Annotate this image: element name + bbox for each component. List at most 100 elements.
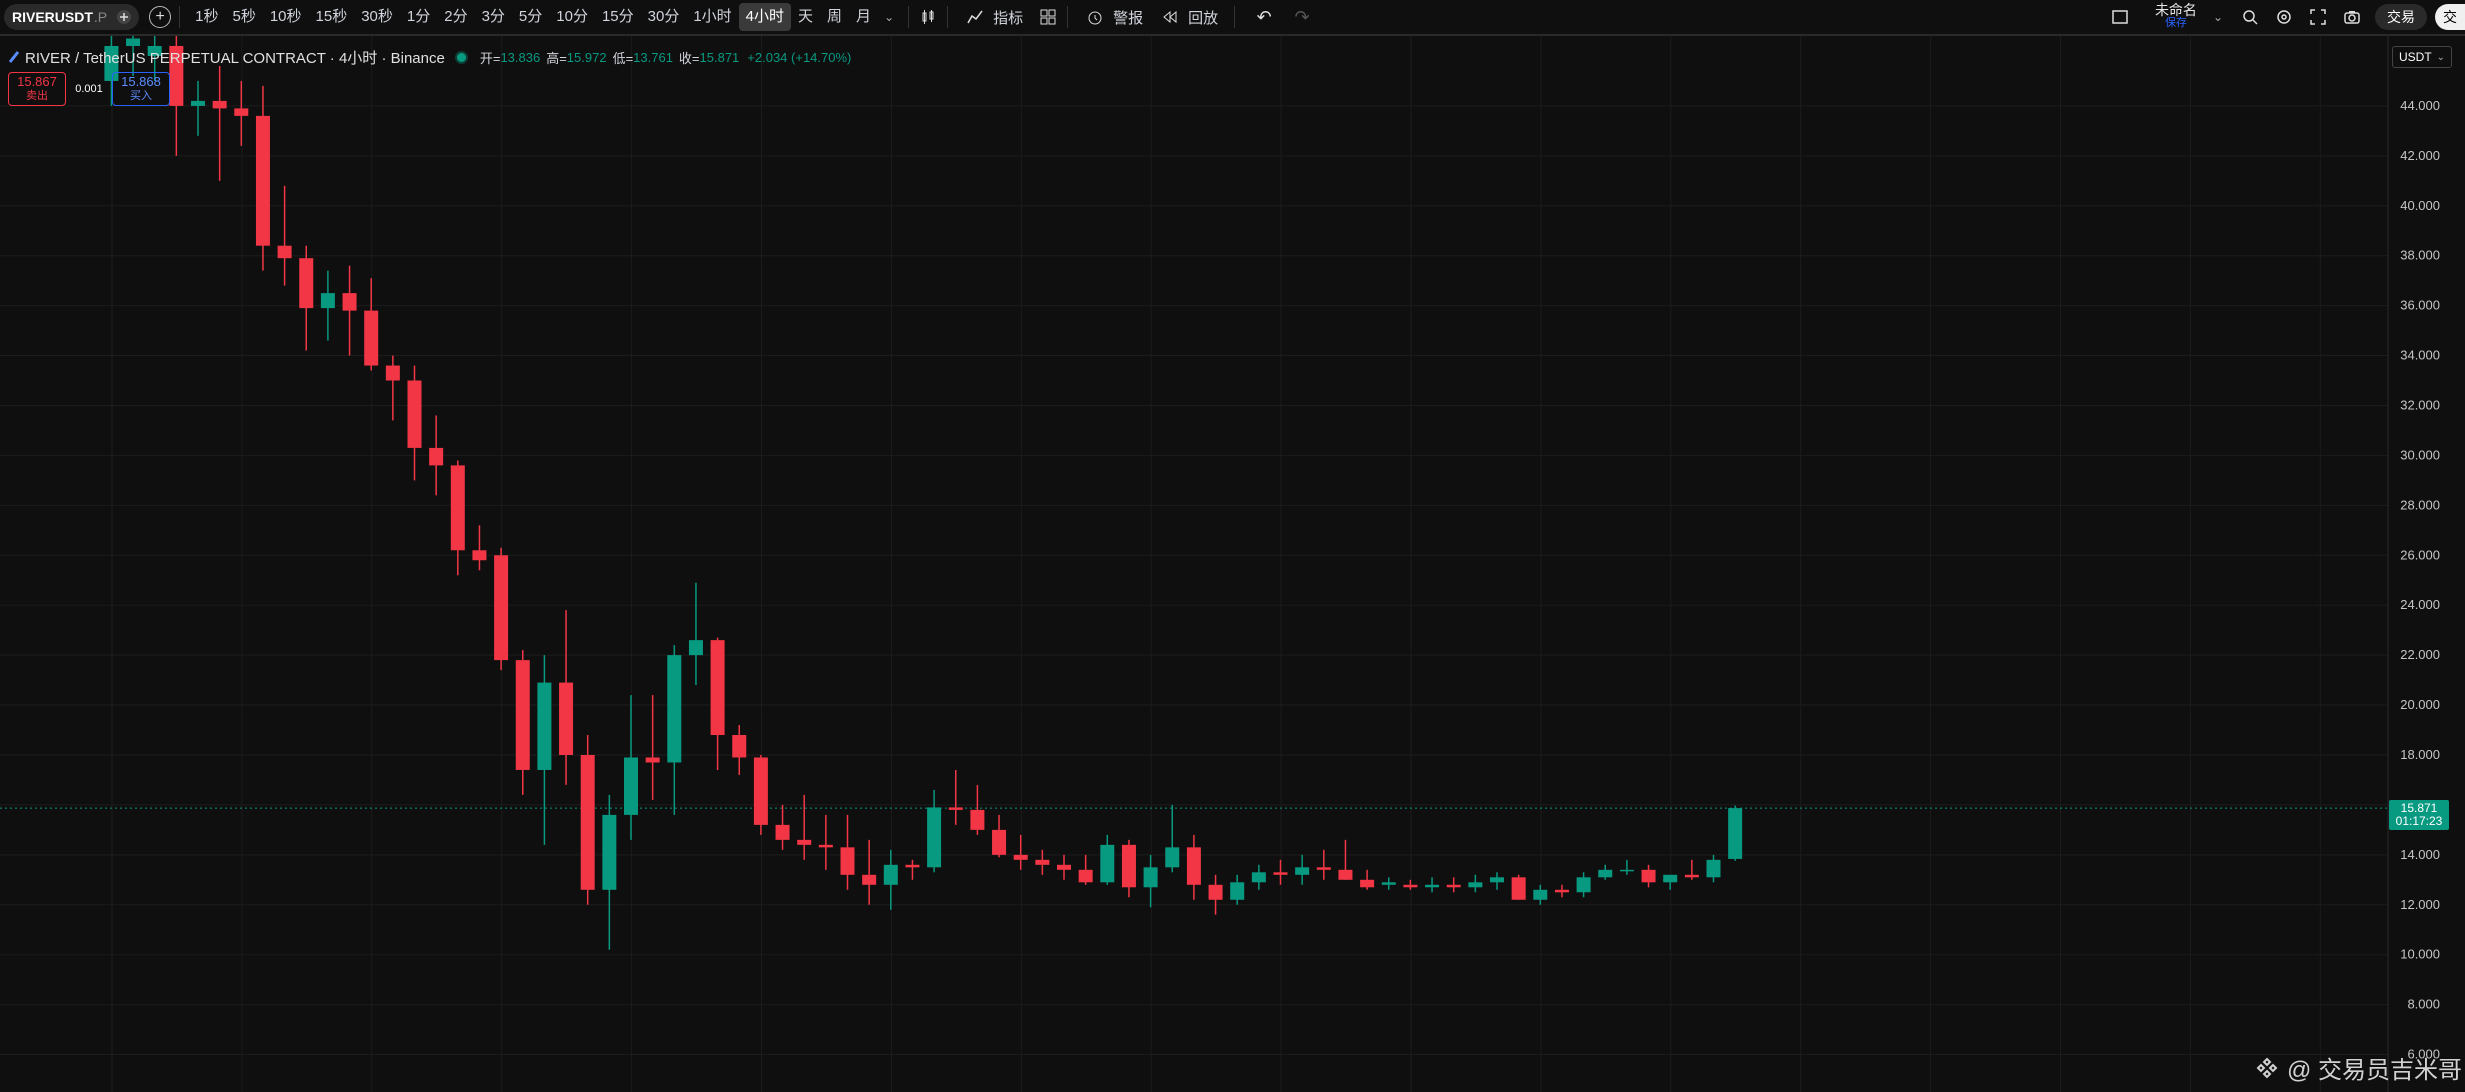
candle-body[interactable] bbox=[1446, 884, 1461, 888]
candle-body[interactable] bbox=[364, 310, 379, 366]
timeframe-button[interactable]: 2分 bbox=[437, 3, 474, 31]
layout-name-button[interactable]: 未命名 保存 bbox=[2155, 3, 2197, 30]
candle-body[interactable] bbox=[905, 864, 920, 868]
timeframe-button[interactable]: 30秒 bbox=[354, 3, 400, 31]
sell-button[interactable]: 15.867 卖出 bbox=[8, 72, 66, 106]
candle-body[interactable] bbox=[818, 844, 833, 848]
layout-menu-chevron-icon[interactable]: ⌄ bbox=[2213, 10, 2223, 24]
candle-body[interactable] bbox=[1316, 867, 1331, 870]
candle-body[interactable] bbox=[1295, 867, 1310, 875]
candle-body[interactable] bbox=[212, 100, 227, 109]
link-icon[interactable] bbox=[115, 8, 133, 26]
candle-body[interactable] bbox=[645, 757, 660, 763]
candle-body[interactable] bbox=[1533, 889, 1548, 900]
candle-body[interactable] bbox=[1121, 844, 1136, 888]
currency-select[interactable]: USDT ⌄ bbox=[2392, 46, 2452, 68]
candle-body[interactable] bbox=[1684, 874, 1699, 878]
timeframe-button[interactable]: 1分 bbox=[400, 3, 437, 31]
candle-body[interactable] bbox=[1706, 859, 1721, 878]
buy-button[interactable]: 15.868 买入 bbox=[112, 72, 170, 106]
candle-body[interactable] bbox=[948, 807, 963, 810]
candle-body[interactable] bbox=[710, 640, 725, 736]
candle-body[interactable] bbox=[602, 814, 617, 890]
candle-body[interactable] bbox=[299, 258, 314, 309]
candle-body[interactable] bbox=[407, 380, 422, 448]
price-axis[interactable]: 6.0008.00010.00012.00014.00016.00018.000… bbox=[2387, 36, 2465, 1092]
timeframe-button[interactable]: 5秒 bbox=[225, 3, 262, 31]
candle-body[interactable] bbox=[515, 660, 530, 770]
candle-body[interactable] bbox=[1619, 869, 1634, 872]
candle-body[interactable] bbox=[862, 874, 877, 885]
undo-icon[interactable]: ↶ bbox=[1253, 6, 1275, 28]
candle-type-icon[interactable] bbox=[917, 6, 939, 28]
candle-body[interactable] bbox=[1728, 808, 1743, 859]
replay-button[interactable]: 回放 bbox=[1151, 3, 1226, 31]
timeframe-button[interactable]: 10秒 bbox=[263, 3, 309, 31]
candle-body[interactable] bbox=[1554, 889, 1569, 893]
indicators-button[interactable]: 指标 bbox=[956, 3, 1031, 31]
candle-body[interactable] bbox=[1425, 884, 1440, 888]
candle-body[interactable] bbox=[1100, 844, 1115, 883]
candle-body[interactable] bbox=[255, 115, 270, 246]
candle-body[interactable] bbox=[775, 824, 790, 840]
candle-body[interactable] bbox=[1598, 869, 1613, 878]
candle-body[interactable] bbox=[277, 245, 292, 259]
candle-body[interactable] bbox=[1403, 884, 1418, 888]
candlestick-chart[interactable]: 6.0008.00010.00012.00014.00016.00018.000… bbox=[0, 36, 2465, 1092]
layout-square-icon[interactable] bbox=[2109, 6, 2131, 28]
avatar[interactable]: 交 bbox=[2435, 4, 2465, 30]
candle-body[interactable] bbox=[234, 108, 249, 116]
candle-body[interactable] bbox=[1186, 847, 1201, 885]
settings-gear-icon[interactable] bbox=[2273, 6, 2295, 28]
timeframe-button[interactable]: 月 bbox=[849, 3, 878, 31]
candle-body[interactable] bbox=[1338, 869, 1353, 880]
timeframe-button[interactable]: 3分 bbox=[475, 3, 512, 31]
candle-body[interactable] bbox=[1576, 877, 1591, 893]
candle-body[interactable] bbox=[191, 100, 205, 106]
candle-body[interactable] bbox=[450, 465, 465, 551]
candle-body[interactable] bbox=[992, 829, 1007, 855]
candle-body[interactable] bbox=[667, 655, 682, 763]
candle-body[interactable] bbox=[840, 847, 855, 875]
quick-search-icon[interactable] bbox=[2239, 6, 2261, 28]
candle-body[interactable] bbox=[1230, 882, 1245, 900]
candle-body[interactable] bbox=[1641, 869, 1656, 883]
candle-body[interactable] bbox=[1468, 882, 1483, 888]
candle-body[interactable] bbox=[1381, 882, 1396, 885]
candle-body[interactable] bbox=[1663, 874, 1678, 883]
candle-body[interactable] bbox=[472, 550, 487, 561]
candle-body[interactable] bbox=[494, 555, 509, 661]
candle-body[interactable] bbox=[797, 839, 812, 845]
candle-body[interactable] bbox=[559, 682, 574, 755]
timeframe-menu-chevron-icon[interactable]: ⌄ bbox=[884, 10, 894, 24]
timeframe-button[interactable]: 天 bbox=[791, 3, 820, 31]
timeframe-button[interactable]: 1秒 bbox=[188, 3, 225, 31]
candle-body[interactable] bbox=[1035, 859, 1050, 865]
candle-body[interactable] bbox=[580, 754, 595, 890]
candle-body[interactable] bbox=[970, 809, 985, 830]
alerts-button[interactable]: 警报 bbox=[1076, 3, 1151, 31]
candle-body[interactable] bbox=[688, 640, 703, 656]
candle-body[interactable] bbox=[927, 807, 942, 868]
timeframe-button[interactable]: 周 bbox=[820, 3, 849, 31]
candle-body[interactable] bbox=[1251, 872, 1266, 883]
candle-body[interactable] bbox=[320, 293, 335, 309]
candle-body[interactable] bbox=[1143, 867, 1158, 888]
candle-body[interactable] bbox=[732, 735, 747, 758]
layout-grid-icon[interactable] bbox=[1037, 6, 1059, 28]
timeframe-button[interactable]: 15秒 bbox=[309, 3, 355, 31]
timeframe-button[interactable]: 4小时 bbox=[738, 3, 792, 31]
candle-body[interactable] bbox=[1165, 847, 1180, 868]
candle-body[interactable] bbox=[342, 293, 357, 311]
timeframe-button[interactable]: 15分 bbox=[595, 3, 641, 31]
candle-body[interactable] bbox=[1078, 869, 1093, 883]
compare-add-icon[interactable]: + bbox=[149, 6, 172, 28]
trade-button[interactable]: 交易 bbox=[2375, 4, 2427, 30]
candle-body[interactable] bbox=[385, 365, 400, 381]
candle-body[interactable] bbox=[1208, 884, 1223, 900]
candle-body[interactable] bbox=[624, 757, 638, 815]
timeframe-button[interactable]: 10分 bbox=[549, 3, 595, 31]
timeframe-button[interactable]: 30分 bbox=[641, 3, 687, 31]
candle-body[interactable] bbox=[753, 757, 768, 825]
candle-body[interactable] bbox=[537, 682, 552, 770]
